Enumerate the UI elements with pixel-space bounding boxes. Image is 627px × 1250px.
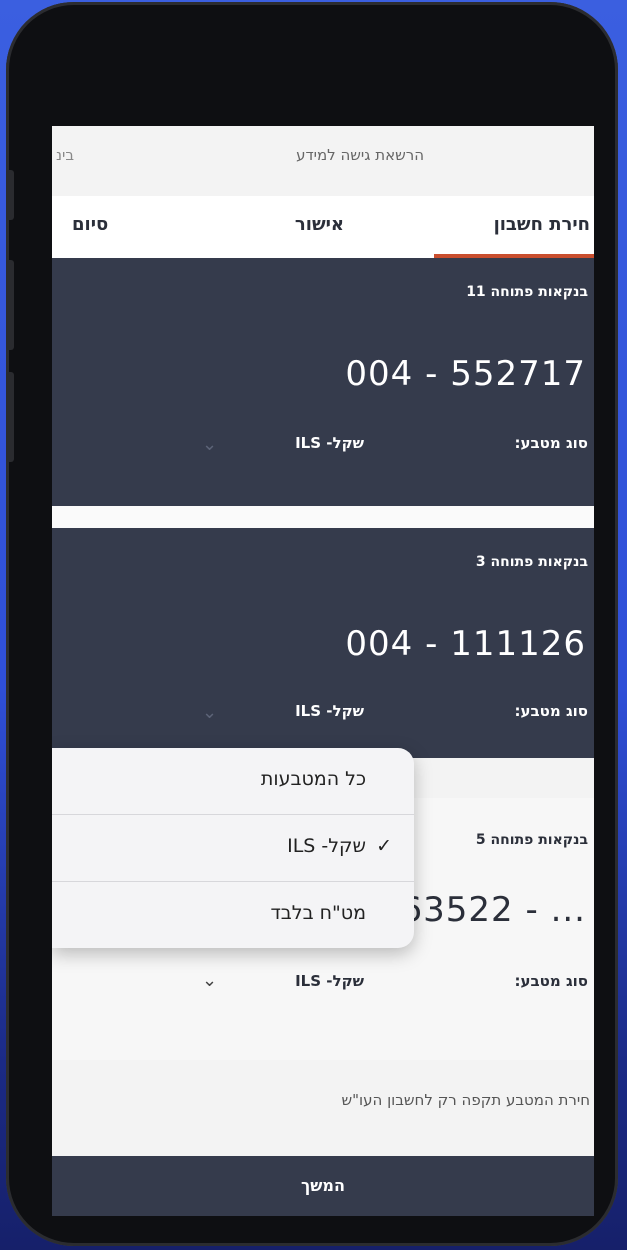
tab-account-select[interactable]: חירת חשבון — [494, 214, 590, 235]
currency-select[interactable]: שקל- ILS — [295, 434, 364, 452]
phone-frame: הרשאת גישה למידע בינ חירת חשבון אישור סי… — [6, 2, 618, 1246]
account-number: 004 - 111126 — [345, 624, 586, 664]
account-label: בנקאות פתוחה 3 — [475, 554, 588, 570]
continue-button[interactable]: המשך — [52, 1156, 594, 1216]
currency-label: סוג מטבע: — [514, 972, 588, 990]
account-number: 004 - 552717 — [345, 354, 586, 394]
tab-finish[interactable]: סיום — [72, 214, 108, 235]
currency-select[interactable]: שקל- ILS — [295, 702, 364, 720]
currency-note: חירת המטבע תקפה רק לחשבון העו"ש — [341, 1091, 590, 1109]
back-link[interactable]: בינ — [56, 146, 74, 164]
dropdown-option-ils[interactable]: ✓ שקל- ILS — [52, 815, 414, 881]
top-bar: הרשאת גישה למידע בינ — [52, 126, 594, 196]
side-button-volume-up — [6, 260, 14, 350]
currency-dropdown-menu: כל המטבעות ✓ שקל- ILS מט"ח בלבד — [52, 748, 414, 948]
account-label: בנקאות פתוחה 5 — [475, 832, 588, 848]
check-icon: ✓ — [376, 835, 392, 857]
currency-label: סוג מטבע: — [514, 434, 588, 452]
card-separator — [52, 506, 594, 528]
account-card-1[interactable]: בנקאות פתוחה 11 004 - 552717 סוג מטבע: ש… — [52, 258, 594, 506]
option-label: מט"ח בלבד — [270, 902, 366, 924]
chevron-down-icon[interactable]: ⌄ — [202, 434, 217, 455]
app-screen: הרשאת גישה למידע בינ חירת חשבון אישור סי… — [52, 126, 594, 1216]
account-label: בנקאות פתוחה 11 — [466, 284, 588, 300]
currency-label: סוג מטבע: — [514, 702, 588, 720]
dropdown-option-foreign-only[interactable]: מט"ח בלבד — [52, 882, 414, 948]
page-title: הרשאת גישה למידע — [296, 146, 424, 164]
tab-approval[interactable]: אישור — [295, 214, 344, 235]
side-button-silent — [6, 170, 14, 220]
currency-select[interactable]: שקל- ILS — [295, 972, 364, 990]
dropdown-option-all-currencies[interactable]: כל המטבעות — [52, 748, 414, 814]
step-tabs: חירת חשבון אישור סיום — [52, 196, 594, 258]
option-label: כל המטבעות — [260, 768, 366, 790]
side-button-volume-down — [6, 372, 14, 462]
chevron-down-icon[interactable]: ⌄ — [202, 702, 217, 723]
chevron-down-icon[interactable]: ⌄ — [202, 970, 217, 991]
account-card-2[interactable]: בנקאות פתוחה 3 004 - 111126 סוג מטבע: שק… — [52, 528, 594, 758]
option-label: שקל- ILS — [287, 835, 366, 857]
